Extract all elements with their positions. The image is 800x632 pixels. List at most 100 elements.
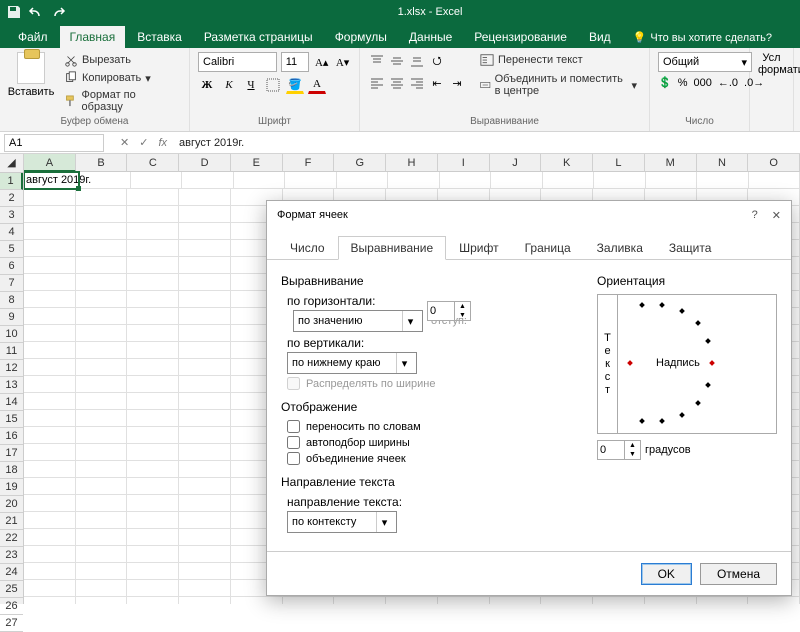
cell[interactable]	[179, 257, 231, 274]
grow-font-icon[interactable]: A▴	[313, 53, 330, 71]
align-center-icon[interactable]	[388, 74, 406, 92]
cond-format-label[interactable]: Усл форматир	[758, 52, 785, 76]
cell[interactable]	[24, 376, 76, 393]
cell[interactable]	[234, 172, 286, 189]
cell[interactable]	[179, 274, 231, 291]
cell[interactable]	[24, 529, 76, 546]
format-painter-button[interactable]: Формат по образцу	[60, 88, 181, 114]
cell[interactable]	[179, 393, 231, 410]
formula-input[interactable]: август 2019г.	[179, 137, 244, 149]
cell[interactable]	[24, 546, 76, 563]
cell[interactable]	[179, 325, 231, 342]
cell[interactable]	[179, 223, 231, 240]
cell[interactable]	[231, 597, 283, 604]
cell[interactable]	[179, 563, 231, 580]
cell[interactable]	[179, 546, 231, 563]
cell[interactable]	[76, 427, 128, 444]
cell[interactable]	[76, 546, 128, 563]
cell[interactable]	[76, 512, 128, 529]
row-header[interactable]: 23	[0, 547, 23, 564]
cell[interactable]	[127, 461, 179, 478]
cell[interactable]	[127, 291, 179, 308]
col-header[interactable]: F	[283, 154, 335, 172]
col-header[interactable]: N	[697, 154, 749, 172]
cell[interactable]	[179, 478, 231, 495]
row-header[interactable]: 25	[0, 581, 23, 598]
row-header[interactable]: 11	[0, 343, 23, 360]
row-header[interactable]: 13	[0, 377, 23, 394]
row-header[interactable]: 18	[0, 462, 23, 479]
cell[interactable]	[24, 257, 76, 274]
row-header[interactable]: 19	[0, 479, 23, 496]
save-icon[interactable]	[6, 4, 22, 20]
horiz-select[interactable]: по значению▾	[293, 310, 423, 332]
row-header[interactable]: 7	[0, 275, 23, 292]
cell[interactable]	[127, 393, 179, 410]
comma-icon[interactable]: 000	[693, 77, 711, 89]
enter-icon[interactable]: ✓	[139, 136, 148, 149]
cell[interactable]	[76, 223, 128, 240]
row-header[interactable]: 21	[0, 513, 23, 530]
cell[interactable]	[285, 172, 337, 189]
col-header[interactable]: I	[438, 154, 490, 172]
cell[interactable]	[179, 359, 231, 376]
tab-insert[interactable]: Вставка	[127, 26, 192, 48]
tab-file[interactable]: Файл	[8, 26, 58, 48]
tab-data[interactable]: Данные	[399, 26, 462, 48]
spin-up-icon[interactable]: ▲	[625, 441, 640, 450]
cell[interactable]	[179, 580, 231, 597]
cell[interactable]	[645, 597, 697, 604]
cell[interactable]	[24, 393, 76, 410]
cell[interactable]	[127, 308, 179, 325]
col-header[interactable]: E	[231, 154, 283, 172]
col-header[interactable]: J	[490, 154, 542, 172]
currency-icon[interactable]: 💲	[658, 76, 672, 89]
spin-down-icon[interactable]: ▼	[625, 450, 640, 459]
cell[interactable]	[24, 308, 76, 325]
cell[interactable]	[24, 563, 76, 580]
cancel-icon[interactable]: ✕	[120, 136, 129, 149]
row-header[interactable]: 3	[0, 207, 23, 224]
cell[interactable]	[127, 444, 179, 461]
dtab-protection[interactable]: Защита	[656, 236, 725, 260]
cell[interactable]	[127, 529, 179, 546]
dtab-border[interactable]: Граница	[512, 236, 584, 260]
col-header[interactable]: D	[179, 154, 231, 172]
cell[interactable]	[127, 342, 179, 359]
dtab-alignment[interactable]: Выравнивание	[338, 236, 447, 260]
cell[interactable]	[179, 376, 231, 393]
merge-check[interactable]: объединение ячеек	[287, 452, 577, 465]
tab-formulas[interactable]: Формулы	[325, 26, 397, 48]
merge-center-button[interactable]: Объединить и поместить в центре ▾	[476, 72, 641, 98]
cell[interactable]	[179, 206, 231, 223]
cell[interactable]	[697, 597, 749, 604]
dtab-fill[interactable]: Заливка	[584, 236, 656, 260]
cell[interactable]	[76, 393, 128, 410]
cell[interactable]	[76, 240, 128, 257]
cell[interactable]	[179, 444, 231, 461]
cell[interactable]	[179, 410, 231, 427]
font-size-select[interactable]: 11	[281, 52, 310, 72]
cell[interactable]	[127, 512, 179, 529]
fx-icon[interactable]: fx	[158, 137, 167, 149]
cell[interactable]	[24, 223, 76, 240]
cell[interactable]	[24, 359, 76, 376]
tab-page-layout[interactable]: Разметка страницы	[194, 26, 323, 48]
cell[interactable]	[438, 597, 490, 604]
row-header[interactable]: 10	[0, 326, 23, 343]
cell[interactable]	[697, 172, 749, 189]
cell[interactable]	[127, 189, 179, 206]
indent-spin[interactable]: ▲▼	[427, 301, 471, 321]
col-header[interactable]: O	[748, 154, 800, 172]
cell[interactable]	[127, 359, 179, 376]
tell-me[interactable]: 💡 Что вы хотите сделать?	[623, 27, 782, 48]
cell[interactable]	[283, 597, 335, 604]
cell[interactable]	[76, 410, 128, 427]
bold-button[interactable]: Ж	[198, 76, 216, 94]
cell[interactable]	[76, 342, 128, 359]
cell[interactable]	[179, 308, 231, 325]
row-header[interactable]: 14	[0, 394, 23, 411]
underline-button[interactable]: Ч	[242, 76, 260, 94]
cell[interactable]	[179, 512, 231, 529]
cell[interactable]	[127, 597, 179, 604]
